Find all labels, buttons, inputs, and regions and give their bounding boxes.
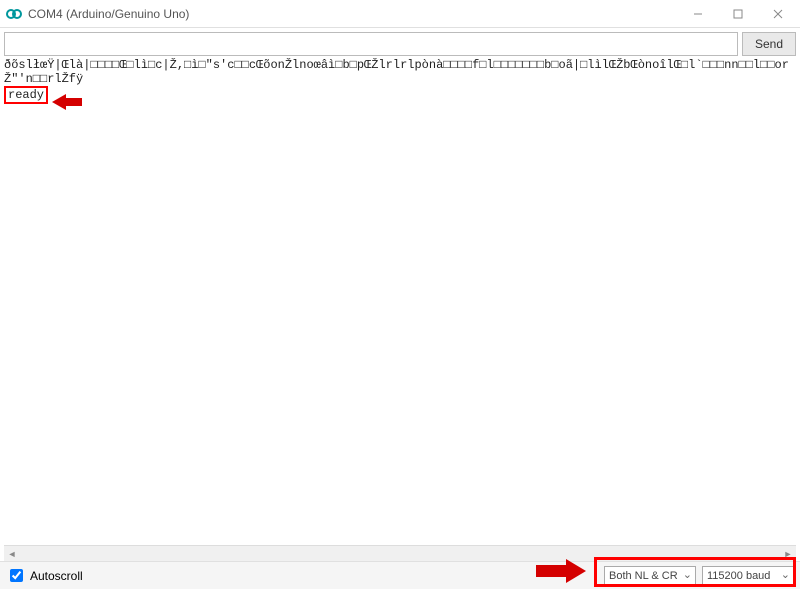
footer-bar: Autoscroll Both NL & CR 115200 baud — [0, 561, 800, 589]
titlebar: COM4 (Arduino/Genuino Uno) — [0, 0, 800, 28]
serial-input[interactable] — [4, 32, 738, 56]
horizontal-scrollbar[interactable]: ◄ ► — [4, 545, 796, 561]
window-controls — [678, 0, 798, 28]
serial-output[interactable]: ðõslłœŸ|Œlà|□□□□Œ□lì□c|Ž,□ì□"s'c□□cŒõonŽ… — [4, 58, 796, 545]
output-garbage-line: ðõslłœŸ|Œlà|□□□□Œ□lì□c|Ž,□ì□"s'c□□cŒõonŽ… — [4, 58, 789, 86]
baud-rate-select[interactable]: 115200 baud — [702, 566, 794, 586]
baud-rate-value: 115200 baud — [707, 570, 770, 582]
output-ready-highlight: ready — [4, 86, 48, 104]
send-button[interactable]: Send — [742, 32, 796, 56]
close-button[interactable] — [758, 0, 798, 28]
autoscroll-checkbox[interactable] — [10, 569, 23, 582]
arduino-icon — [6, 6, 22, 22]
minimize-button[interactable] — [678, 0, 718, 28]
output-ready-text: ready — [8, 88, 44, 102]
window-title: COM4 (Arduino/Genuino Uno) — [28, 7, 678, 21]
annotation-arrow-dropdowns — [536, 559, 586, 583]
line-ending-value: Both NL & CR — [609, 570, 678, 582]
maximize-button[interactable] — [718, 0, 758, 28]
serial-input-row: Send — [0, 28, 800, 61]
autoscroll-toggle[interactable]: Autoscroll — [6, 566, 83, 585]
line-ending-select[interactable]: Both NL & CR — [604, 566, 696, 586]
annotation-arrow-ready — [52, 93, 82, 111]
autoscroll-label: Autoscroll — [30, 569, 83, 583]
scroll-left-icon[interactable]: ◄ — [4, 546, 20, 562]
scroll-right-icon[interactable]: ► — [780, 546, 796, 562]
